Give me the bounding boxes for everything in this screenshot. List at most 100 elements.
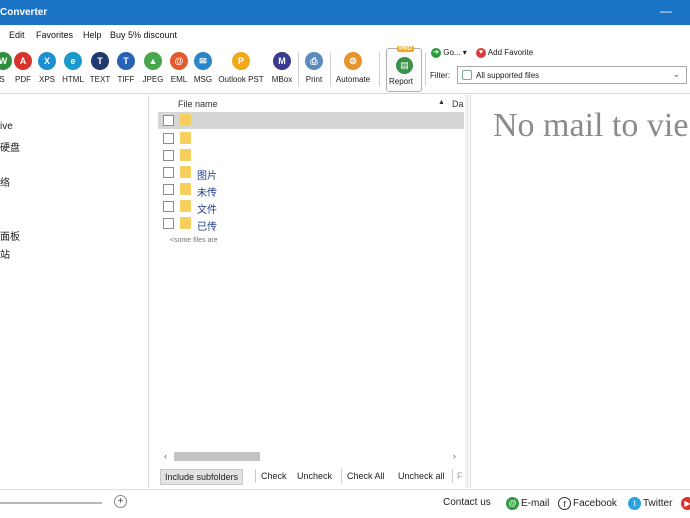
jpeg-icon: ▲ xyxy=(144,52,162,70)
twitter-link[interactable]: t Twitter xyxy=(628,497,672,510)
row-checkbox[interactable] xyxy=(163,201,174,212)
scroll-left-icon[interactable]: ‹ xyxy=(164,451,167,461)
file-list: File name ▲ Da 图片 未传 文件 已传 <some files a… xyxy=(156,95,464,488)
check-button[interactable]: Check xyxy=(257,469,291,485)
menu-help[interactable]: Help xyxy=(83,30,102,40)
tool-print-button[interactable]: ⎙ Print xyxy=(302,50,326,90)
preview-pane: No mail to vie xyxy=(470,95,690,488)
scroll-right-icon[interactable]: › xyxy=(453,451,456,461)
folder-icon xyxy=(180,149,191,161)
include-subfolders-button[interactable]: Include subfolders xyxy=(160,469,244,485)
pro-badge: PRO xyxy=(397,46,415,52)
html-icon: e xyxy=(64,52,82,70)
hidden-files-note: <some files are xyxy=(170,237,218,244)
row-checkbox[interactable] xyxy=(163,218,174,229)
folder-icon xyxy=(180,132,191,144)
pst-icon: P xyxy=(232,52,250,70)
file-row[interactable]: 文件 xyxy=(158,198,464,216)
tiff-icon: T xyxy=(117,52,135,70)
facebook-link[interactable]: f Facebook xyxy=(558,497,617,510)
uncheck-button[interactable]: Uncheck xyxy=(293,469,336,485)
report-icon: ▤ xyxy=(396,57,413,74)
tool-jpeg-button[interactable]: ▲ JPEG xyxy=(141,50,165,90)
tool-mbox-button[interactable]: M MBox xyxy=(270,50,294,90)
title-bar: Converter — xyxy=(0,0,690,25)
row-checkbox[interactable] xyxy=(163,133,174,144)
filter-button[interactable]: F xyxy=(453,469,467,485)
check-all-button[interactable]: Check All xyxy=(343,469,389,485)
tree-node[interactable]: ive xyxy=(0,121,13,132)
folder-tree: ive 硬盘 络 面板 站 xyxy=(0,95,149,488)
file-list-header: File name ▲ Da xyxy=(156,98,464,112)
heart-icon: ♥ xyxy=(476,48,486,58)
filter-label: Filter: xyxy=(430,71,450,80)
row-checkbox[interactable] xyxy=(163,184,174,195)
filter-value: All supported files xyxy=(476,71,540,80)
window-title: Converter xyxy=(0,7,48,18)
tool-eml-button[interactable]: @ EML xyxy=(168,50,190,90)
pdf-icon: A xyxy=(14,52,32,70)
tree-node[interactable]: 面板 xyxy=(0,228,20,243)
report-button[interactable]: PRO ▤ Report xyxy=(386,46,422,92)
tool-doc-button[interactable]: W S xyxy=(0,50,12,90)
youtube-link[interactable]: ▶ xyxy=(681,497,690,510)
menu-buy-discount[interactable]: Buy 5% discount xyxy=(110,30,177,40)
youtube-icon: ▶ xyxy=(681,497,690,510)
tool-html-button[interactable]: e HTML xyxy=(61,50,85,90)
contact-us-link[interactable]: Contact us xyxy=(443,497,491,508)
tree-node[interactable]: 硬盘 xyxy=(0,139,20,154)
column-file-name[interactable]: File name xyxy=(178,99,218,109)
row-checkbox[interactable] xyxy=(163,167,174,178)
menu-favorites[interactable]: Favorites xyxy=(36,30,73,40)
email-icon: @ xyxy=(506,497,519,510)
filter-icon xyxy=(462,70,472,80)
file-row[interactable] xyxy=(158,130,464,147)
go-button[interactable]: ➜ Go... ▾ xyxy=(431,48,467,58)
file-row[interactable]: 图片 xyxy=(158,164,464,182)
add-favorite-button[interactable]: ♥ Add Favorite xyxy=(476,48,533,58)
divider xyxy=(341,469,342,483)
tool-pdf-button[interactable]: A PDF xyxy=(12,50,34,90)
folder-icon xyxy=(180,114,191,126)
file-row[interactable]: 已传 xyxy=(158,215,464,233)
toolbar-separator xyxy=(379,52,380,86)
tool-msg-button[interactable]: ✉ MSG xyxy=(192,50,214,90)
file-row[interactable] xyxy=(158,112,464,129)
tool-automate-button[interactable]: ⚙ Automate xyxy=(333,50,373,90)
automate-icon: ⚙ xyxy=(344,52,362,70)
row-checkbox[interactable] xyxy=(163,115,174,126)
scrollbar-thumb[interactable] xyxy=(174,452,260,461)
print-icon: ⎙ xyxy=(305,52,323,70)
menu-bar: Edit Favorites Help Buy 5% discount xyxy=(0,27,690,43)
zoom-in-icon[interactable]: + xyxy=(114,495,127,508)
toolbar-separator xyxy=(330,52,331,86)
minimize-button[interactable]: — xyxy=(660,4,672,18)
toolbar-separator xyxy=(298,52,299,86)
folder-icon xyxy=(180,183,191,195)
divider xyxy=(255,469,256,483)
tool-text-button[interactable]: T TEXT xyxy=(89,50,111,90)
msg-icon: ✉ xyxy=(194,52,212,70)
chevron-down-icon: ⌄ xyxy=(672,69,680,79)
tool-outlook-pst-button[interactable]: P Outlook PST xyxy=(217,50,265,90)
column-date[interactable]: Da xyxy=(452,99,464,109)
text-icon: T xyxy=(91,52,109,70)
pane-splitter[interactable] xyxy=(465,95,469,488)
file-row[interactable] xyxy=(158,147,464,164)
xps-icon: X xyxy=(38,52,56,70)
email-link[interactable]: @ E-mail xyxy=(506,497,549,510)
mbox-icon: M xyxy=(273,52,291,70)
status-bar: + Contact us @ E-mail f Facebook t Twitter … xyxy=(0,489,690,518)
filter-dropdown[interactable]: All supported files ⌄ xyxy=(457,66,687,84)
uncheck-all-button[interactable]: Uncheck all xyxy=(394,469,449,485)
horizontal-scrollbar[interactable]: ‹ › xyxy=(160,451,460,463)
tool-tiff-button[interactable]: T TIFF xyxy=(115,50,137,90)
tool-xps-button[interactable]: X XPS xyxy=(36,50,58,90)
tree-node[interactable]: 站 xyxy=(0,246,10,261)
row-checkbox[interactable] xyxy=(163,150,174,161)
tree-node[interactable]: 络 xyxy=(0,174,10,189)
zoom-slider[interactable] xyxy=(0,502,102,504)
menu-edit[interactable]: Edit xyxy=(9,30,25,40)
doc-icon: W xyxy=(0,52,12,70)
file-row[interactable]: 未传 xyxy=(158,181,464,199)
